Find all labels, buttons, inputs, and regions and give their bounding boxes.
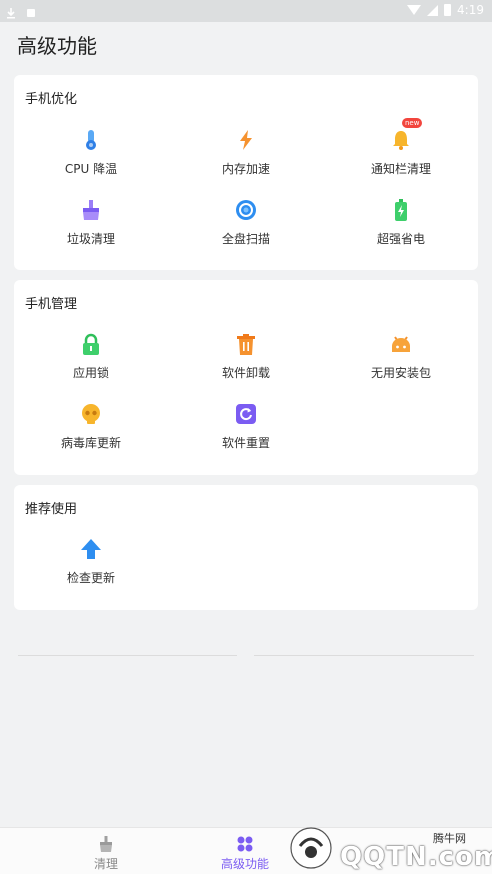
scan-icon bbox=[234, 198, 258, 222]
item-label: 内存加速 bbox=[221, 162, 270, 176]
section-title: 手机优化 bbox=[25, 92, 78, 107]
item-label: 全盘扫描 bbox=[221, 232, 270, 246]
item-junk-clean[interactable]: 垃圾清理 bbox=[14, 198, 168, 247]
item-check-update[interactable]: 检查更新 bbox=[14, 537, 168, 586]
upload-arrow-icon bbox=[79, 537, 103, 561]
section-phone-manage: 手机管理 应用锁 软件卸载 无用安装包 病毒库更新 软件重置 bbox=[14, 280, 478, 475]
broom-icon bbox=[97, 835, 115, 853]
item-label: CPU 降温 bbox=[64, 162, 118, 176]
item-app-uninstall[interactable]: 软件卸载 bbox=[169, 332, 323, 381]
item-virus-db-update[interactable]: 病毒库更新 bbox=[14, 402, 168, 451]
item-label: 超强省电 bbox=[376, 232, 425, 246]
trash-icon bbox=[234, 332, 258, 356]
bell-icon: new bbox=[389, 118, 423, 152]
android-icon bbox=[389, 332, 413, 356]
skull-icon bbox=[79, 402, 103, 426]
item-label: 检查更新 bbox=[66, 571, 115, 585]
download-icon bbox=[6, 4, 16, 19]
signal-icon bbox=[427, 4, 439, 16]
battery-status-icon bbox=[444, 4, 452, 16]
item-label: 无用安装包 bbox=[370, 366, 431, 380]
item-full-scan[interactable]: 全盘扫描 bbox=[169, 198, 323, 247]
battery-icon bbox=[389, 198, 413, 222]
status-bar: 4:19 bbox=[0, 0, 492, 22]
page-title: 高级功能 bbox=[17, 34, 97, 58]
lightning-icon bbox=[234, 128, 258, 152]
section-title: 推荐使用 bbox=[25, 502, 78, 517]
item-notification-clean[interactable]: new 通知栏清理 bbox=[324, 118, 478, 177]
item-label: 软件重置 bbox=[221, 436, 270, 450]
divider-left bbox=[18, 655, 237, 656]
item-app-reset[interactable]: 软件重置 bbox=[169, 402, 323, 451]
item-memory-boost[interactable]: 内存加速 bbox=[169, 128, 323, 177]
section-recommended: 推荐使用 检查更新 bbox=[14, 485, 478, 610]
thermometer-icon bbox=[79, 128, 103, 152]
notification-icon bbox=[26, 4, 36, 17]
item-cpu-cool[interactable]: CPU 降温 bbox=[14, 128, 168, 177]
new-badge: new bbox=[402, 118, 423, 128]
divider-right bbox=[254, 655, 474, 656]
item-label: 垃圾清理 bbox=[66, 232, 115, 246]
item-label: 软件卸载 bbox=[221, 366, 270, 380]
grid-icon bbox=[236, 835, 254, 853]
status-right-icons: 4:19 bbox=[407, 3, 484, 17]
wifi-icon bbox=[407, 5, 422, 15]
broom-icon bbox=[79, 198, 103, 222]
watermark: 腾牛网 QQTN.com bbox=[280, 818, 492, 874]
item-useless-apk[interactable]: 无用安装包 bbox=[324, 332, 478, 381]
item-label: 应用锁 bbox=[72, 366, 109, 380]
status-left-icons bbox=[6, 4, 36, 19]
item-label: 病毒库更新 bbox=[60, 436, 121, 450]
item-label: 通知栏清理 bbox=[370, 162, 431, 176]
status-time: 4:19 bbox=[457, 3, 484, 17]
watermark-logo-icon bbox=[286, 824, 336, 874]
section-title: 手机管理 bbox=[25, 297, 78, 312]
item-app-lock[interactable]: 应用锁 bbox=[14, 332, 168, 381]
lock-icon bbox=[79, 332, 103, 356]
reset-icon bbox=[234, 402, 258, 426]
watermark-logo-text: QQTN.com bbox=[340, 842, 492, 872]
section-phone-optimize: 手机优化 CPU 降温 内存加速 new 通知栏清理 垃圾清理 全盘扫描 超强省… bbox=[14, 75, 478, 270]
item-power-save[interactable]: 超强省电 bbox=[324, 198, 478, 247]
